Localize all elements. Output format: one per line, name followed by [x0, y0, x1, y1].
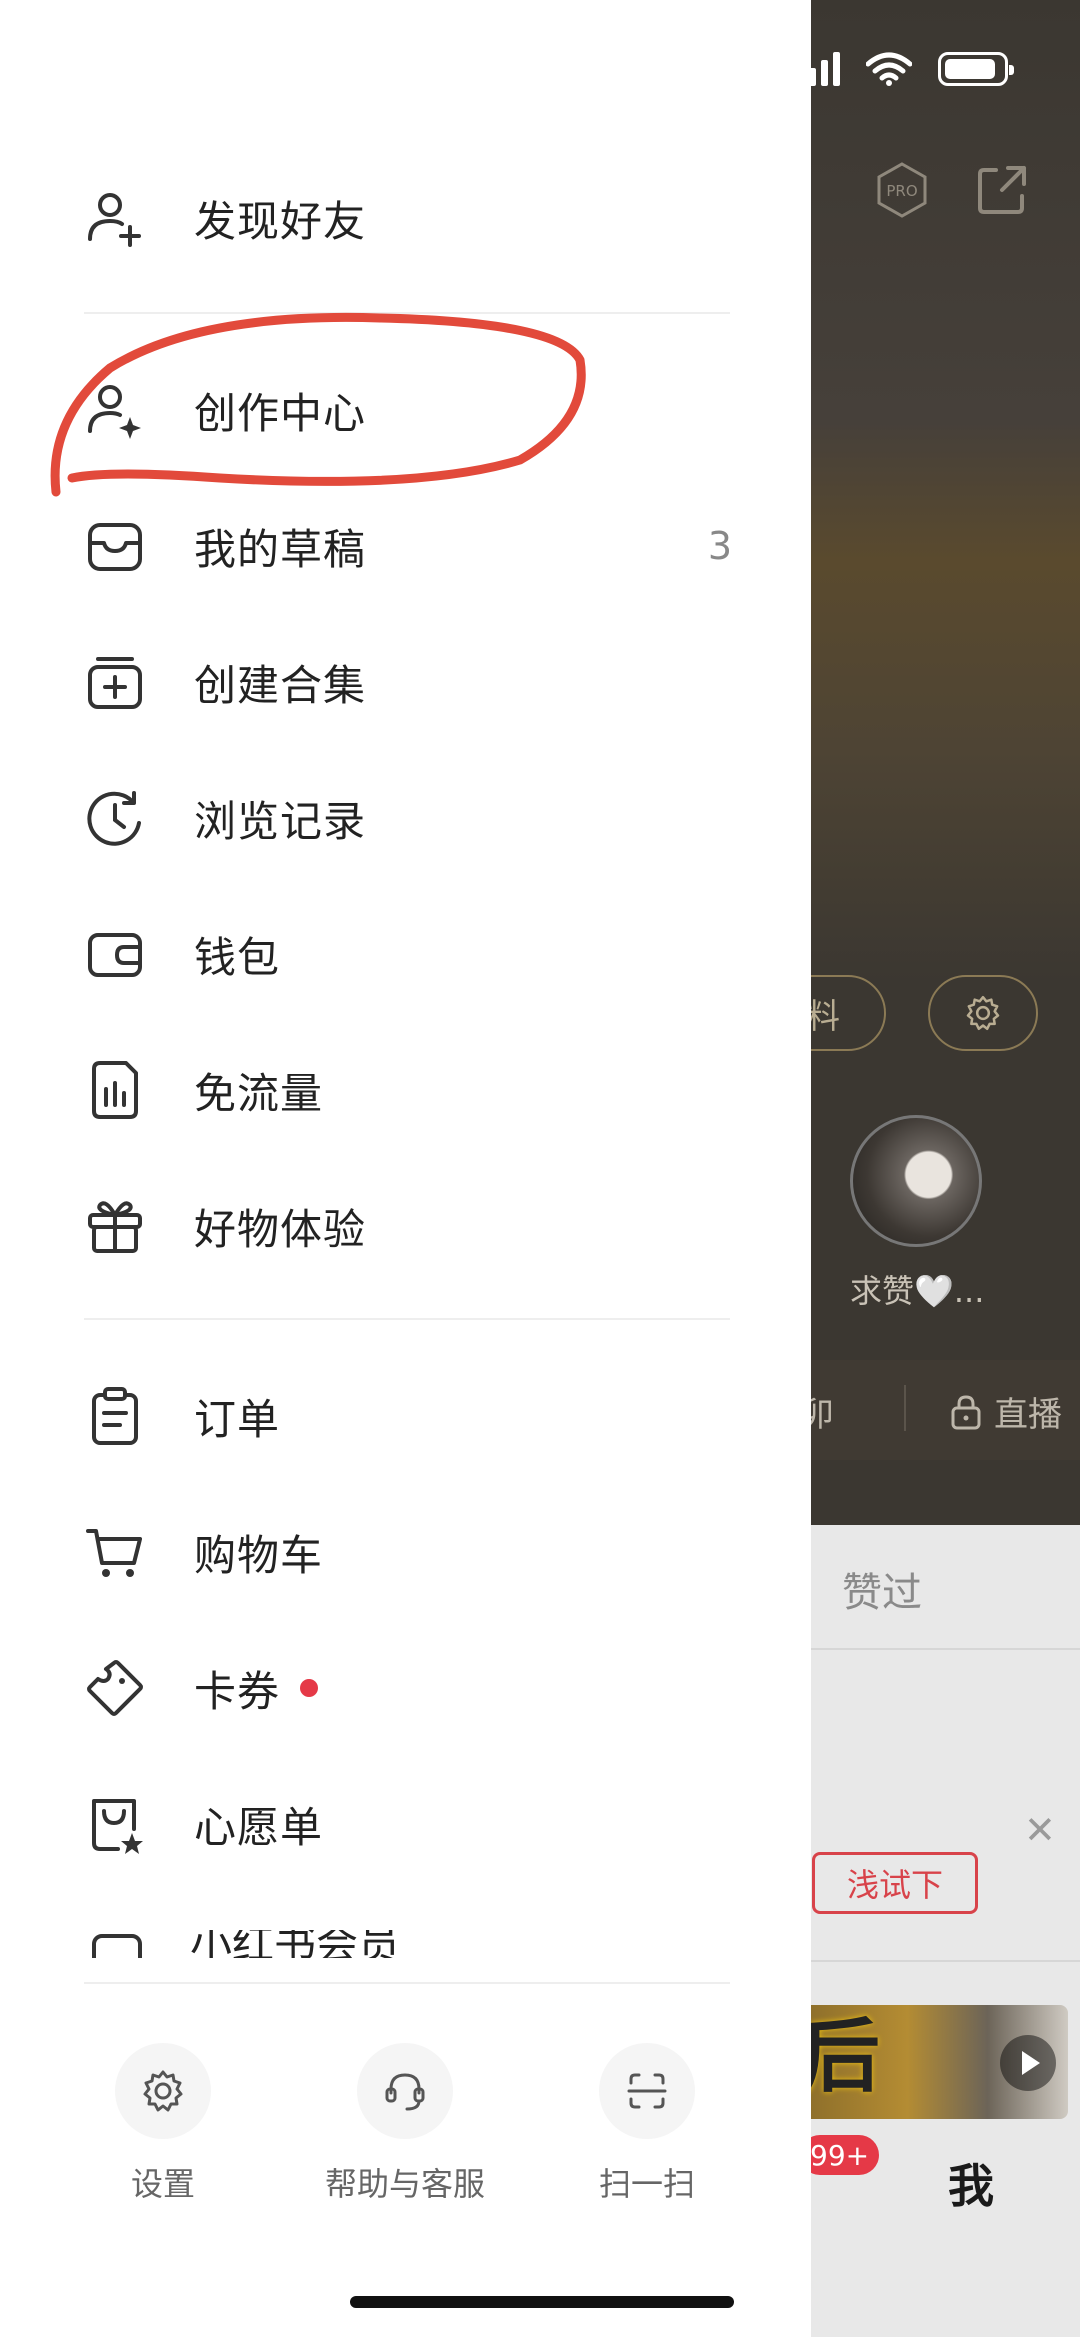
settings-label: 设置: [130, 2165, 195, 2203]
tab-liked[interactable]: 赞过: [842, 1560, 922, 1618]
help-label: 帮助与客服: [324, 2165, 485, 2203]
wallet-icon: [88, 933, 142, 977]
menu-item-free-data[interactable]: 免流量: [84, 1042, 732, 1138]
drafts-count: 3: [707, 524, 732, 568]
side-drawer: 发现好友 创作中心 我的草稿 3 创建合集 浏览记录 钱包 免流量 好物体验 订…: [0, 0, 811, 2337]
menu-label: 创作中心: [194, 388, 367, 438]
menu-item-cart[interactable]: 购物车: [84, 1504, 732, 1600]
menu-item-membership[interactable]: 小红书会员: [84, 1930, 684, 1958]
menu-item-creator-center[interactable]: 创作中心: [84, 362, 732, 458]
menu-item-wishlist[interactable]: 心愿单: [84, 1776, 732, 1872]
scan-button[interactable]: 扫一扫: [562, 2043, 732, 2205]
menu-item-create-collection[interactable]: 创建合集: [84, 634, 732, 730]
edit-profile-label: 料: [806, 996, 840, 1037]
tab-divider: [904, 1385, 906, 1431]
headset-icon: [385, 2073, 425, 2111]
menu-item-coupons[interactable]: 卡券: [84, 1640, 732, 1736]
scan-label: 扫一扫: [598, 2165, 695, 2203]
gift-icon: [88, 1201, 142, 1253]
help-button[interactable]: 帮助与客服: [320, 2043, 490, 2205]
tab-me[interactable]: 我: [948, 2150, 994, 2216]
menu-label: 我的草稿: [194, 524, 367, 574]
menu-item-my-drafts[interactable]: 我的草稿 3: [84, 498, 732, 594]
section-divider: [84, 1982, 730, 1984]
inbox-icon: [88, 523, 142, 571]
pro-badge-text: PRO: [886, 182, 917, 200]
tab-live[interactable]: 直播: [950, 1387, 1062, 1436]
menu-label: 购物车: [194, 1530, 324, 1580]
video-thumbnail[interactable]: 后: [800, 2005, 1068, 2119]
menu-item-product-trial[interactable]: 好物体验: [84, 1178, 732, 1274]
data-traffic-icon: [92, 1061, 138, 1119]
status-bar: [797, 52, 1014, 86]
menu-label: 卡券: [194, 1666, 281, 1716]
creator-icon: [88, 385, 141, 439]
menu-label: 好物体验: [194, 1204, 367, 1254]
shopping-cart-icon: [86, 1529, 142, 1577]
profile-settings-button[interactable]: [928, 975, 1038, 1051]
menu-label: 订单: [194, 1394, 281, 1444]
menu-item-wallet[interactable]: 钱包: [84, 906, 732, 1002]
gear-icon: [966, 995, 1000, 1031]
order-list-icon: [92, 1387, 138, 1445]
tab-live-label: 直播: [994, 1395, 1062, 1435]
sheet-divider: [800, 1960, 1080, 1962]
home-indicator[interactable]: [350, 2296, 734, 2308]
add-collection-icon: [88, 657, 142, 709]
add-friend-icon: [88, 193, 141, 247]
wifi-icon: [866, 52, 912, 86]
menu-label: 创建合集: [194, 660, 367, 710]
menu-label: 发现好友: [194, 196, 367, 246]
menu-label: 小红书会员: [190, 1930, 401, 1958]
coupon-tag-icon: [87, 1660, 143, 1716]
scan-icon: [627, 2073, 667, 2109]
history-icon: [87, 791, 141, 846]
membership-icon: [92, 1934, 142, 1958]
menu-label: 心愿单: [194, 1802, 324, 1852]
gear-icon: [143, 2070, 183, 2112]
sheet-divider: [800, 1648, 1080, 1650]
battery-icon: [938, 52, 1014, 86]
notification-badge: 99+: [800, 2135, 880, 2175]
menu-item-orders[interactable]: 订单: [84, 1368, 732, 1464]
close-icon[interactable]: ✕: [1024, 1808, 1056, 1852]
lock-icon: [951, 1394, 981, 1429]
avatar-label: 求赞🤍...: [850, 1272, 985, 1310]
menu-label: 浏览记录: [194, 796, 367, 846]
video-thumbnail-text: 后: [800, 2010, 880, 2103]
avatar[interactable]: [850, 1115, 982, 1247]
share-icon[interactable]: [972, 160, 1032, 220]
menu-item-browse-history[interactable]: 浏览记录: [84, 770, 732, 866]
settings-button[interactable]: 设置: [78, 2043, 248, 2205]
menu-item-discover-friends[interactable]: 发现好友: [84, 170, 732, 266]
menu-label: 钱包: [194, 932, 281, 982]
section-divider: [84, 312, 730, 314]
menu-label: 免流量: [194, 1068, 324, 1118]
try-button[interactable]: 浅试下: [812, 1852, 978, 1914]
unread-dot: [300, 1679, 319, 1697]
section-divider: [84, 1318, 730, 1320]
play-icon[interactable]: [1000, 2035, 1056, 2091]
wishlist-bag-icon: [92, 1799, 143, 1854]
pro-badge-icon[interactable]: PRO: [872, 160, 932, 220]
